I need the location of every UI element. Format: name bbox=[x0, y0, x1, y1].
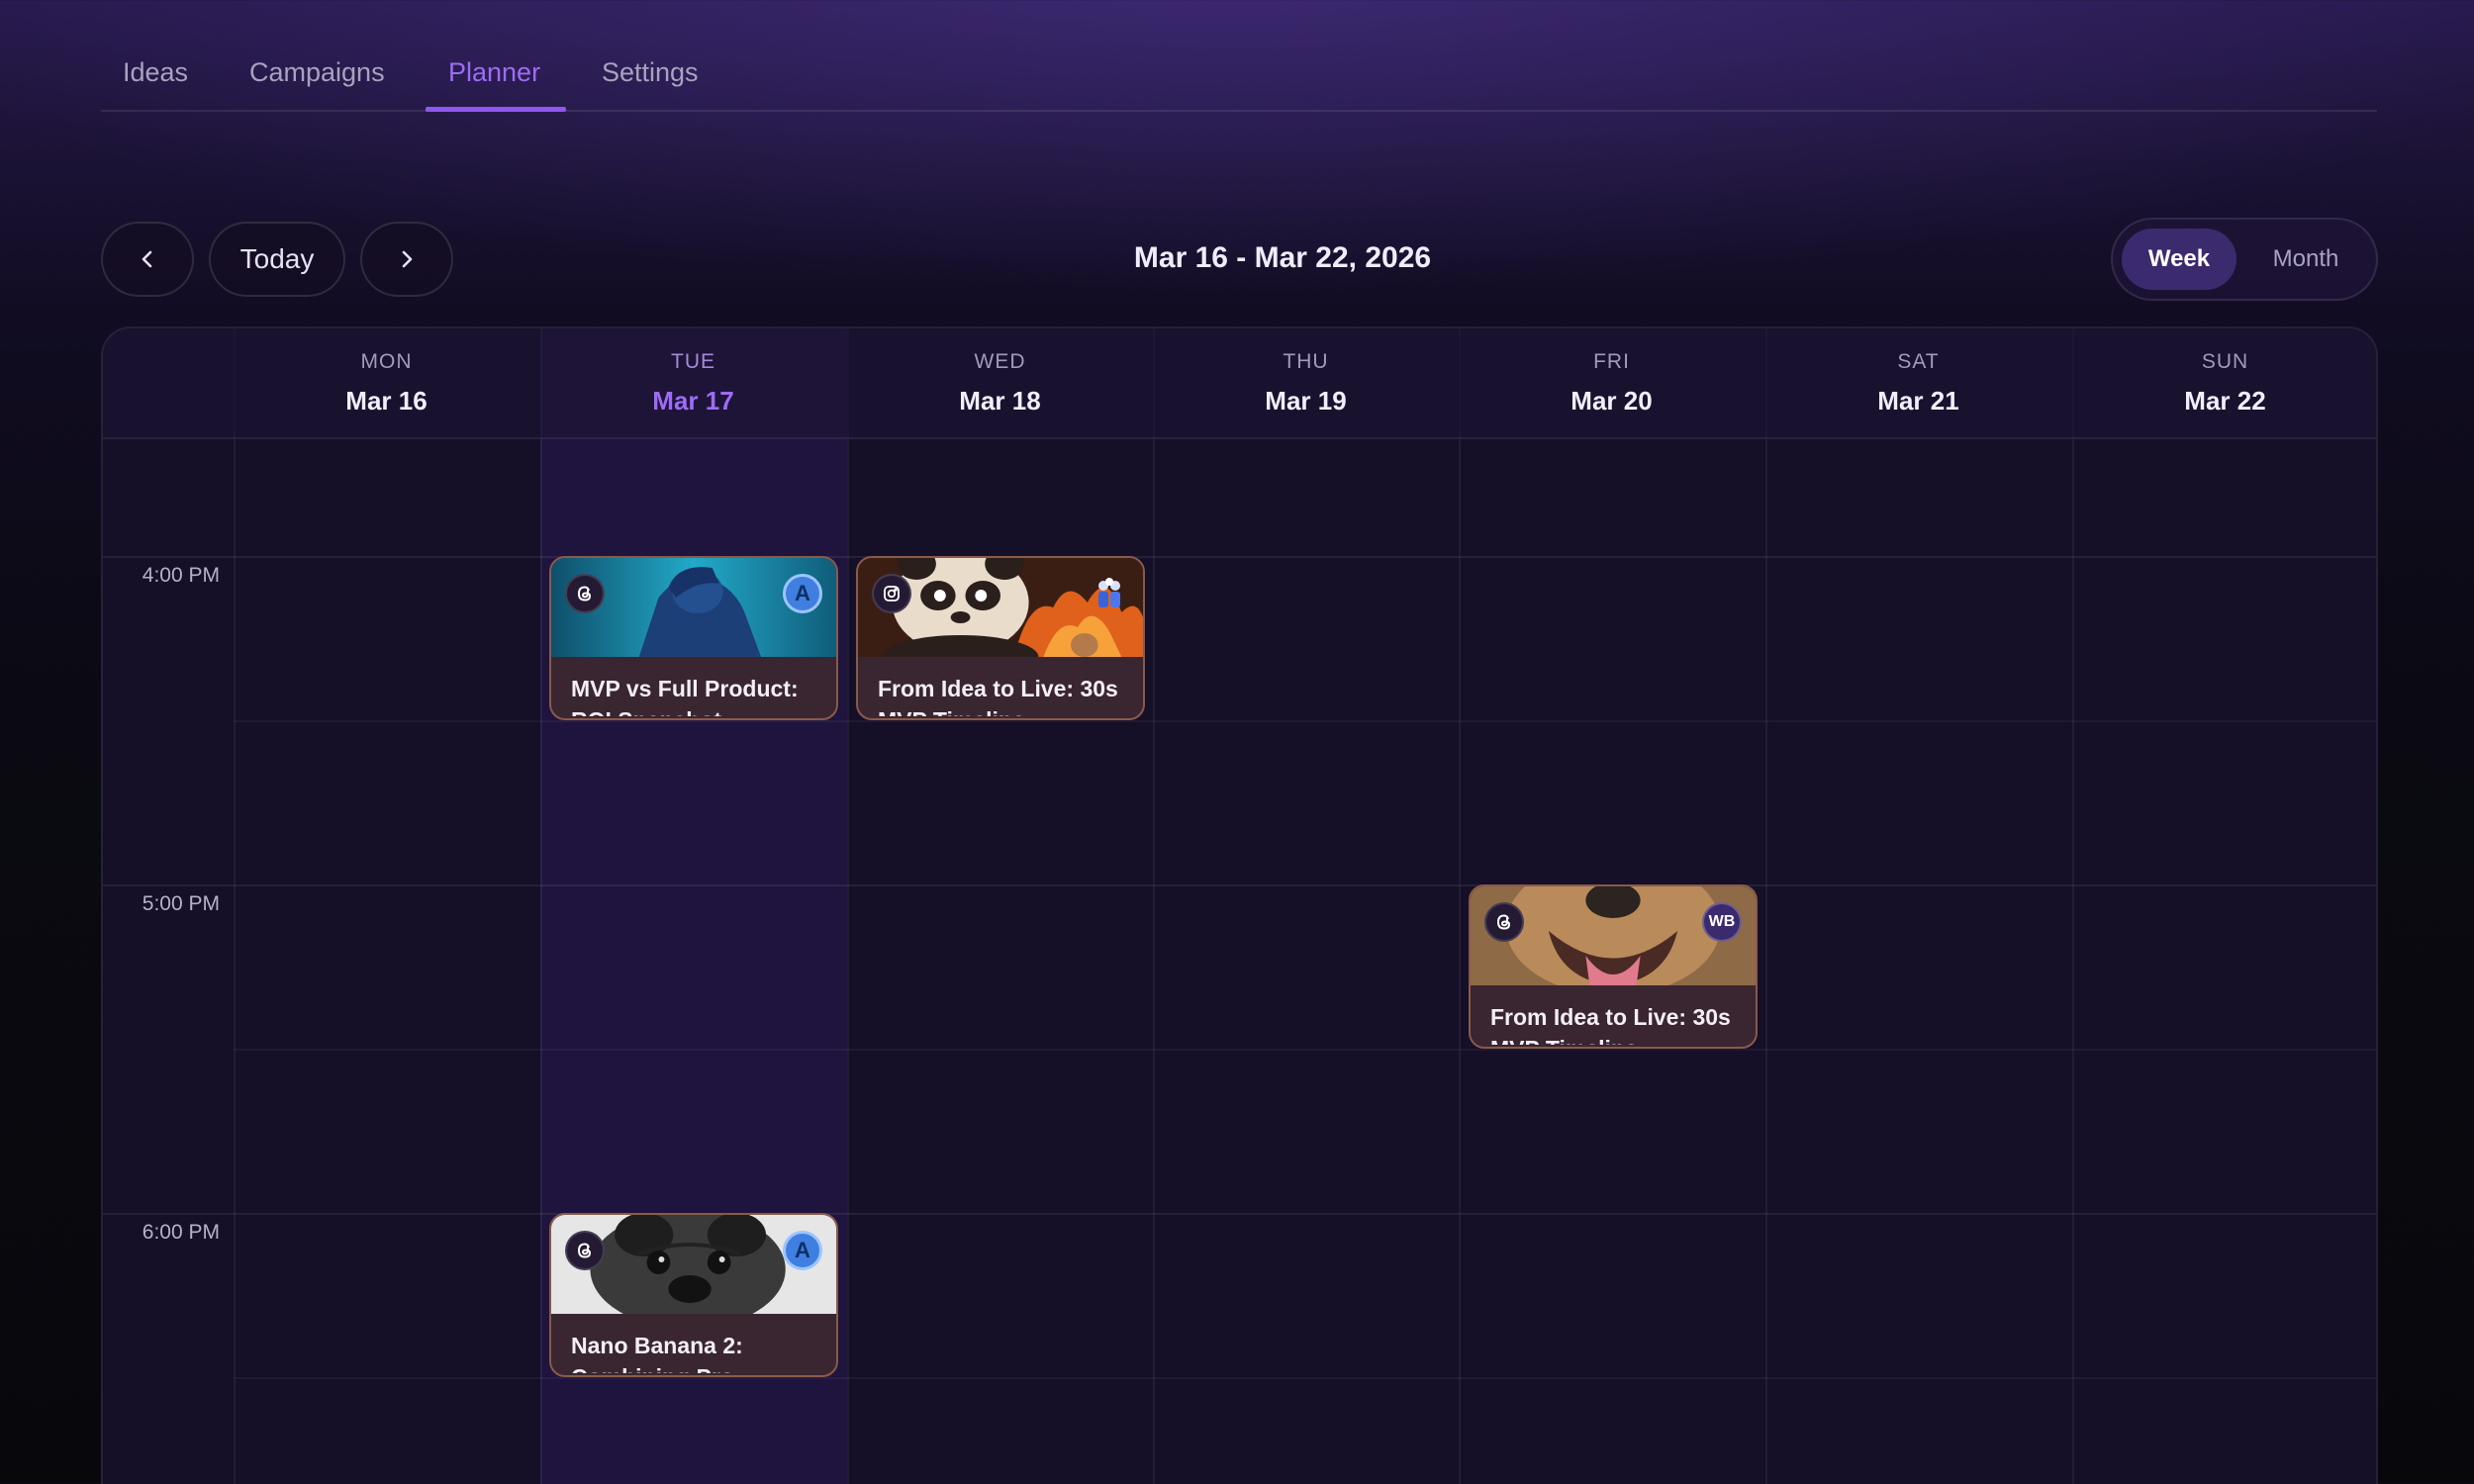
day-name: MON bbox=[360, 350, 413, 373]
date-range-title: Mar 16 - Mar 22, 2026 bbox=[1133, 241, 1432, 274]
day-header-fri: FRI Mar 20 bbox=[1459, 350, 1764, 417]
threads-icon bbox=[1484, 902, 1524, 942]
day-header-sun: SUN Mar 22 bbox=[2072, 350, 2376, 417]
tab-ideas[interactable]: Ideas bbox=[123, 57, 188, 88]
view-toggle: Week Month bbox=[2111, 218, 2378, 301]
day-date: Mar 21 bbox=[1877, 386, 1959, 416]
avatar: A bbox=[783, 1231, 822, 1270]
threads-icon bbox=[565, 1231, 605, 1270]
tab-planner[interactable]: Planner bbox=[448, 57, 540, 88]
event-title: From Idea to Live: 30s MVP Timeline bbox=[1490, 1004, 1731, 1045]
avatar: WB bbox=[1702, 902, 1742, 942]
avatar: A bbox=[783, 574, 822, 613]
threads-icon bbox=[565, 574, 605, 613]
week-view-button[interactable]: Week bbox=[2122, 229, 2236, 290]
day-date: Mar 16 bbox=[345, 386, 428, 416]
day-column-mon[interactable] bbox=[234, 328, 540, 1484]
day-header-sat: SAT Mar 21 bbox=[1765, 350, 2071, 417]
time-label: 6:00 PM bbox=[142, 1221, 220, 1244]
day-column-sat[interactable] bbox=[1765, 328, 2072, 1484]
day-name: THU bbox=[1283, 350, 1329, 373]
event-title: Nano Banana 2: Combining Pro bbox=[571, 1333, 743, 1373]
day-date: Mar 20 bbox=[1570, 386, 1653, 416]
day-date: Mar 22 bbox=[2184, 386, 2266, 416]
half-hour-line bbox=[234, 1049, 2376, 1051]
day-header-row: MON Mar 16 TUE Mar 17 WED Mar 18 THU Mar… bbox=[103, 328, 2376, 439]
event-title: MVP vs Full Product: ROI Snapshot bbox=[571, 676, 799, 716]
week-calendar: MON Mar 16 TUE Mar 17 WED Mar 18 THU Mar… bbox=[101, 326, 2378, 1484]
day-header-thu: THU Mar 19 bbox=[1153, 350, 1459, 417]
day-column-thu[interactable] bbox=[1153, 328, 1459, 1484]
day-date: Mar 17 bbox=[652, 386, 734, 416]
day-header-wed: WED Mar 18 bbox=[847, 350, 1153, 417]
day-date: Mar 18 bbox=[959, 386, 1041, 416]
group-icon bbox=[1090, 574, 1129, 613]
main-tabs: Ideas Campaigns Planner Settings bbox=[101, 0, 2377, 112]
event-card[interactable]: From Idea to Live: 30s MVP Timeline bbox=[856, 556, 1145, 720]
day-name: SAT bbox=[1897, 350, 1940, 373]
event-card[interactable]: WB From Idea to Live: 30s MVP Timeline bbox=[1469, 884, 1758, 1049]
half-hour-line bbox=[234, 720, 2376, 722]
hour-line bbox=[103, 1213, 2376, 1215]
day-column-sun[interactable] bbox=[2072, 328, 2376, 1484]
active-tab-indicator bbox=[426, 107, 566, 112]
day-date: Mar 19 bbox=[1265, 386, 1347, 416]
day-name: SUN bbox=[2201, 350, 2249, 373]
hour-line bbox=[103, 556, 2376, 558]
event-card[interactable]: A Nano Banana 2: Combining Pro bbox=[549, 1213, 838, 1377]
event-card[interactable]: A MVP vs Full Product: ROI Snapshot bbox=[549, 556, 838, 720]
hour-line bbox=[103, 884, 2376, 886]
day-column-wed[interactable] bbox=[847, 328, 1153, 1484]
month-view-button[interactable]: Month bbox=[2246, 229, 2365, 290]
instagram-icon bbox=[872, 574, 911, 613]
day-name: FRI bbox=[1593, 350, 1630, 373]
day-name: TUE bbox=[671, 350, 715, 373]
tab-settings[interactable]: Settings bbox=[602, 57, 699, 88]
day-header-tue: TUE Mar 17 bbox=[540, 350, 846, 417]
half-hour-line bbox=[234, 1377, 2376, 1379]
tab-campaigns[interactable]: Campaigns bbox=[249, 57, 385, 88]
time-label: 5:00 PM bbox=[142, 892, 220, 915]
day-name: WED bbox=[974, 350, 1026, 373]
event-title: From Idea to Live: 30s MVP Timeline bbox=[878, 676, 1118, 716]
day-header-mon: MON Mar 16 bbox=[234, 350, 539, 417]
time-label: 4:00 PM bbox=[142, 564, 220, 587]
